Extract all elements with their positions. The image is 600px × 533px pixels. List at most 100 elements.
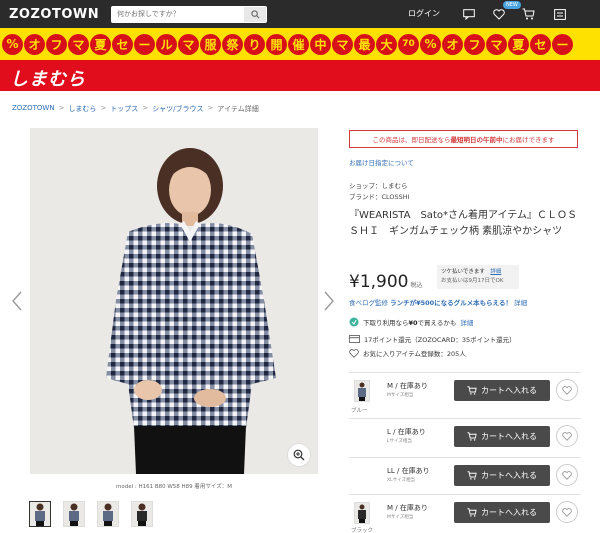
color-thumbnail[interactable]	[354, 502, 370, 524]
model-info: model : H161 B80 W58 H89 着用サイズ：M	[115, 484, 233, 490]
banner-char: ー	[552, 33, 573, 55]
breadcrumb-current: アイテム詳細	[217, 105, 259, 113]
gourmet-pre: 食べログ監修	[349, 299, 388, 307]
cart-label: カートへ入れる	[481, 386, 537, 395]
heart-outline-icon	[562, 470, 572, 480]
favorites-count: お気に入りアイテム登録数：205人	[363, 350, 466, 358]
banner-char: ー	[134, 33, 155, 55]
size-equivalent: XLサイズ相当	[387, 478, 415, 483]
gourmet-detail-link[interactable]: 詳細	[514, 299, 527, 307]
banner-char: マ	[486, 33, 507, 55]
banner-char: セ	[112, 33, 133, 55]
banner-char: 催	[288, 33, 309, 55]
banner-char: ル	[156, 33, 177, 55]
banner-char: 祭	[222, 33, 243, 55]
breadcrumb-link-zozotown[interactable]: ZOZOTOWN	[12, 104, 55, 114]
add-to-cart-button[interactable]: カートへ入れる	[454, 465, 550, 486]
brand-name[interactable]: ブランド：CLOSSHI	[349, 191, 410, 201]
menu-icon[interactable]	[552, 6, 568, 22]
cart-icon	[467, 386, 477, 395]
breadcrumb-separator: >	[207, 104, 214, 112]
heart-outline-icon	[562, 431, 572, 441]
zoom-button[interactable]	[287, 443, 311, 467]
banner-char: セ	[530, 33, 551, 55]
top-nav-bar: ZOZOTOWN ログイン NEW	[0, 0, 600, 28]
favorite-button[interactable]	[556, 501, 578, 523]
zozotown-logo[interactable]: ZOZOTOWN	[9, 7, 103, 22]
product-main-image[interactable]	[30, 128, 318, 474]
shimamura-logo[interactable]: しまむら	[10, 65, 86, 91]
shop-name[interactable]: ショップ：しまむら	[349, 180, 408, 190]
banner-char: フ	[464, 33, 485, 55]
favorite-button[interactable]	[556, 464, 578, 486]
size-equivalent: Lサイズ相当	[387, 439, 412, 444]
gourmet-promo[interactable]: 食べログ監修 ランチが¥500になるグルメ本もらえる！ 詳細	[349, 297, 527, 307]
notice-text-post: にお届けできます	[502, 136, 555, 144]
resale-bold: ¥0	[408, 319, 418, 327]
sale-banner[interactable]: % オフマ夏セールマ服祭り開催中マ最大 70% オフマ夏セー しまむら	[0, 28, 600, 91]
zoom-in-icon	[293, 449, 305, 461]
banner-char: オ	[442, 33, 463, 55]
thumbnail[interactable]	[131, 501, 153, 527]
gallery-next-button[interactable]	[322, 290, 336, 312]
banner-char: り	[244, 33, 265, 55]
banner-char: マ	[332, 33, 353, 55]
banner-char: 夏	[90, 33, 111, 55]
banner-char: 開	[266, 33, 287, 55]
resale-post: で買えるかも	[417, 319, 457, 327]
notice-text-pre: この商品は、即日配送なら	[372, 136, 451, 144]
favorite-button[interactable]	[556, 425, 578, 447]
cart-icon	[467, 471, 477, 480]
thumbnail[interactable]	[97, 501, 119, 527]
tsuke-title: ツケ払いできます	[441, 269, 485, 275]
banner-char: マ	[178, 33, 199, 55]
gallery-prev-button[interactable]	[10, 290, 24, 312]
banner-char: 中	[310, 33, 331, 55]
banner-char: マ	[68, 33, 89, 55]
price: ¥1,900 税込	[349, 272, 423, 292]
tax-label: 税込	[410, 282, 423, 289]
trade-in-row: 下取り利用なら¥0で買えるかも 詳細	[349, 317, 473, 327]
breadcrumb-link-shirts[interactable]: シャツ/ブラウス	[152, 104, 203, 114]
banner-char: オ	[24, 33, 45, 55]
breadcrumb-link-shimamura[interactable]: しまむら	[68, 104, 96, 114]
thumbnail[interactable]	[29, 501, 51, 527]
add-to-cart-button[interactable]: カートへ入れる	[454, 426, 550, 447]
add-to-cart-button[interactable]: カートへ入れる	[454, 380, 550, 401]
message-icon[interactable]	[461, 6, 477, 22]
price-value: ¥1,900	[349, 272, 409, 292]
add-to-cart-button[interactable]: カートへ入れる	[454, 502, 550, 523]
points-row: 17ポイント還元（ZOZOCARD：35ポイント還元）	[349, 334, 516, 344]
search-input[interactable]	[111, 6, 241, 22]
login-link[interactable]: ログイン	[408, 8, 440, 19]
tsuke-sub: お支払いは9月17日でOK	[441, 278, 504, 284]
cart-label: カートへ入れる	[481, 508, 537, 517]
heart-outline-icon	[349, 348, 359, 358]
delivery-date-link[interactable]: お届け日指定について	[349, 157, 414, 167]
banner-char: 最	[354, 33, 375, 55]
color-thumbnail[interactable]	[354, 380, 370, 402]
favorites-row: お気に入りアイテム登録数：205人	[349, 348, 466, 358]
size-stock: LL / 在庫あり	[387, 467, 430, 475]
banner-char: %	[420, 33, 441, 55]
breadcrumb-separator: >	[100, 104, 107, 112]
favorite-button[interactable]	[556, 379, 578, 401]
search-button[interactable]	[244, 6, 266, 22]
cart-icon[interactable]	[520, 6, 536, 22]
tsuke-detail-link[interactable]: 詳細	[490, 269, 501, 275]
chevron-right-icon	[324, 291, 334, 311]
sale-headline-strip: % オフマ夏セールマ服祭り開催中マ最大 70% オフマ夏セー	[0, 28, 600, 60]
breadcrumb-separator: >	[142, 104, 149, 112]
size-stock: M / 在庫あり	[387, 382, 428, 390]
breadcrumb-link-tops[interactable]: トップス	[110, 104, 138, 114]
resale-pre: 下取り利用なら	[363, 319, 409, 327]
banner-char: 大	[376, 33, 397, 55]
stock-row: ブラック M / 在庫あり Mサイズ相当 カートへ入れる	[349, 494, 581, 533]
card-icon	[349, 335, 360, 343]
resale-detail-link[interactable]: 詳細	[460, 317, 473, 327]
trade-in-icon	[349, 317, 359, 327]
size-stock: M / 在庫あり	[387, 504, 428, 512]
stock-row: ブルー M / 在庫あり Mサイズ相当 カートへ入れる	[349, 372, 581, 420]
heart-outline-icon	[562, 385, 572, 395]
thumbnail[interactable]	[63, 501, 85, 527]
